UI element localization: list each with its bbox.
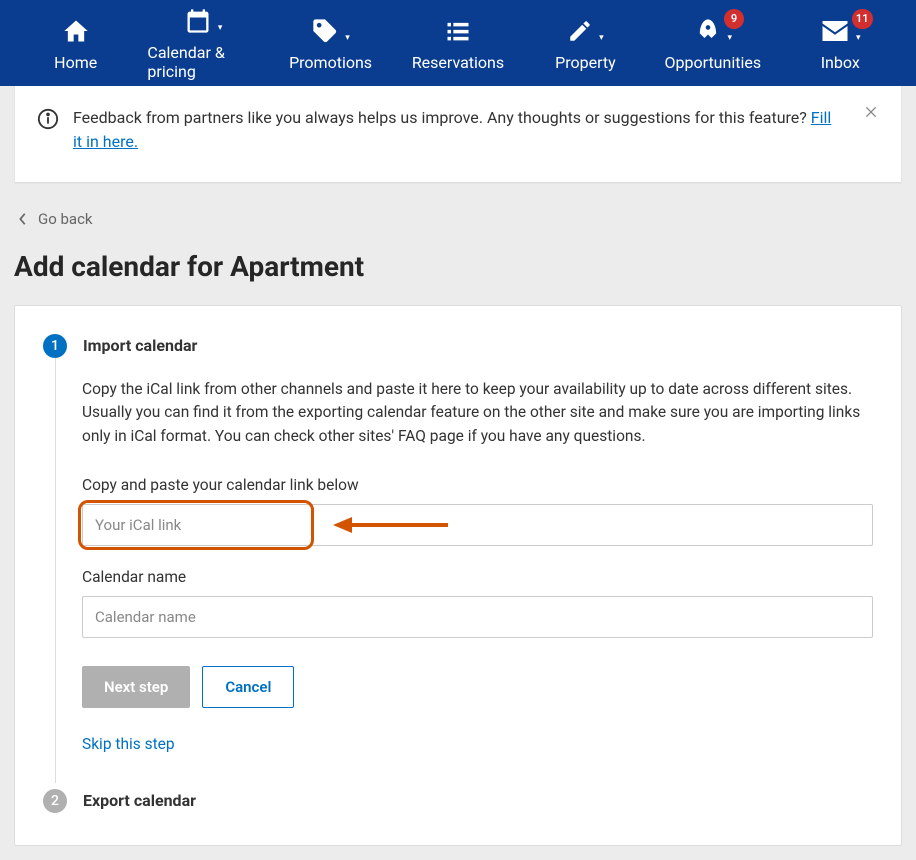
info-icon bbox=[37, 108, 59, 130]
nav-inbox-label: Inbox bbox=[821, 53, 860, 72]
step-number-1: 1 bbox=[43, 334, 67, 358]
nav-calendar-pricing[interactable]: ▾ Calendar & pricing bbox=[139, 5, 266, 81]
badge-opportunities: 9 bbox=[724, 9, 744, 29]
ical-link-label: Copy and paste your calendar link below bbox=[82, 476, 873, 494]
go-back-link[interactable]: Go back bbox=[14, 198, 97, 250]
top-nav: Home ▾ Calendar & pricing ▾ Promotions R… bbox=[0, 0, 916, 86]
nav-property-label: Property bbox=[555, 53, 616, 72]
nav-inbox[interactable]: 11 ▾ Inbox bbox=[777, 15, 904, 72]
main-card: 1 Import calendar Copy the iCal link fro… bbox=[14, 305, 902, 846]
ical-link-input[interactable] bbox=[82, 504, 873, 546]
nav-property[interactable]: ▾ Property bbox=[522, 15, 649, 72]
nav-promotions[interactable]: ▾ Promotions bbox=[267, 15, 394, 72]
chevron-down-icon: ▾ bbox=[599, 33, 604, 43]
calendar-name-label: Calendar name bbox=[82, 568, 873, 586]
rocket-icon bbox=[694, 17, 722, 45]
nav-reservations-label: Reservations bbox=[412, 53, 504, 72]
home-icon bbox=[62, 17, 90, 45]
close-icon[interactable] bbox=[863, 104, 879, 124]
pencil-icon bbox=[567, 18, 593, 44]
page-title: Add calendar for Apartment bbox=[14, 250, 902, 305]
chevron-down-icon: ▾ bbox=[345, 33, 350, 43]
nav-reservations[interactable]: Reservations bbox=[394, 15, 521, 72]
chevron-down-icon: ▾ bbox=[218, 23, 223, 33]
nav-calendar-label: Calendar & pricing bbox=[147, 43, 258, 81]
chevron-down-icon: ▾ bbox=[728, 33, 733, 43]
list-icon bbox=[444, 17, 472, 45]
tag-icon bbox=[311, 17, 339, 45]
step2-title: Export calendar bbox=[83, 789, 196, 813]
step1-description: Copy the iCal link from other channels a… bbox=[82, 378, 873, 448]
step1-title: Import calendar bbox=[83, 334, 197, 358]
next-step-button[interactable]: Next step bbox=[82, 666, 190, 708]
feedback-message: Feedback from partners like you always h… bbox=[73, 108, 811, 127]
badge-inbox: 11 bbox=[852, 9, 873, 29]
feedback-text: Feedback from partners like you always h… bbox=[73, 106, 879, 154]
chevron-down-icon: ▾ bbox=[856, 33, 861, 43]
cancel-button[interactable]: Cancel bbox=[202, 666, 294, 708]
calendar-icon bbox=[184, 7, 212, 35]
nav-home[interactable]: Home bbox=[12, 15, 139, 72]
chevron-left-icon bbox=[18, 212, 28, 226]
go-back-label: Go back bbox=[38, 210, 93, 228]
nav-home-label: Home bbox=[54, 53, 97, 72]
nav-opportunities-label: Opportunities bbox=[665, 53, 762, 72]
nav-promotions-label: Promotions bbox=[289, 53, 372, 72]
mail-icon bbox=[820, 16, 850, 46]
skip-step-link[interactable]: Skip this step bbox=[82, 735, 175, 753]
nav-opportunities[interactable]: 9 ▾ Opportunities bbox=[649, 15, 776, 72]
step-number-2: 2 bbox=[43, 789, 67, 813]
feedback-banner: Feedback from partners like you always h… bbox=[15, 86, 901, 183]
calendar-name-input[interactable] bbox=[82, 596, 873, 638]
